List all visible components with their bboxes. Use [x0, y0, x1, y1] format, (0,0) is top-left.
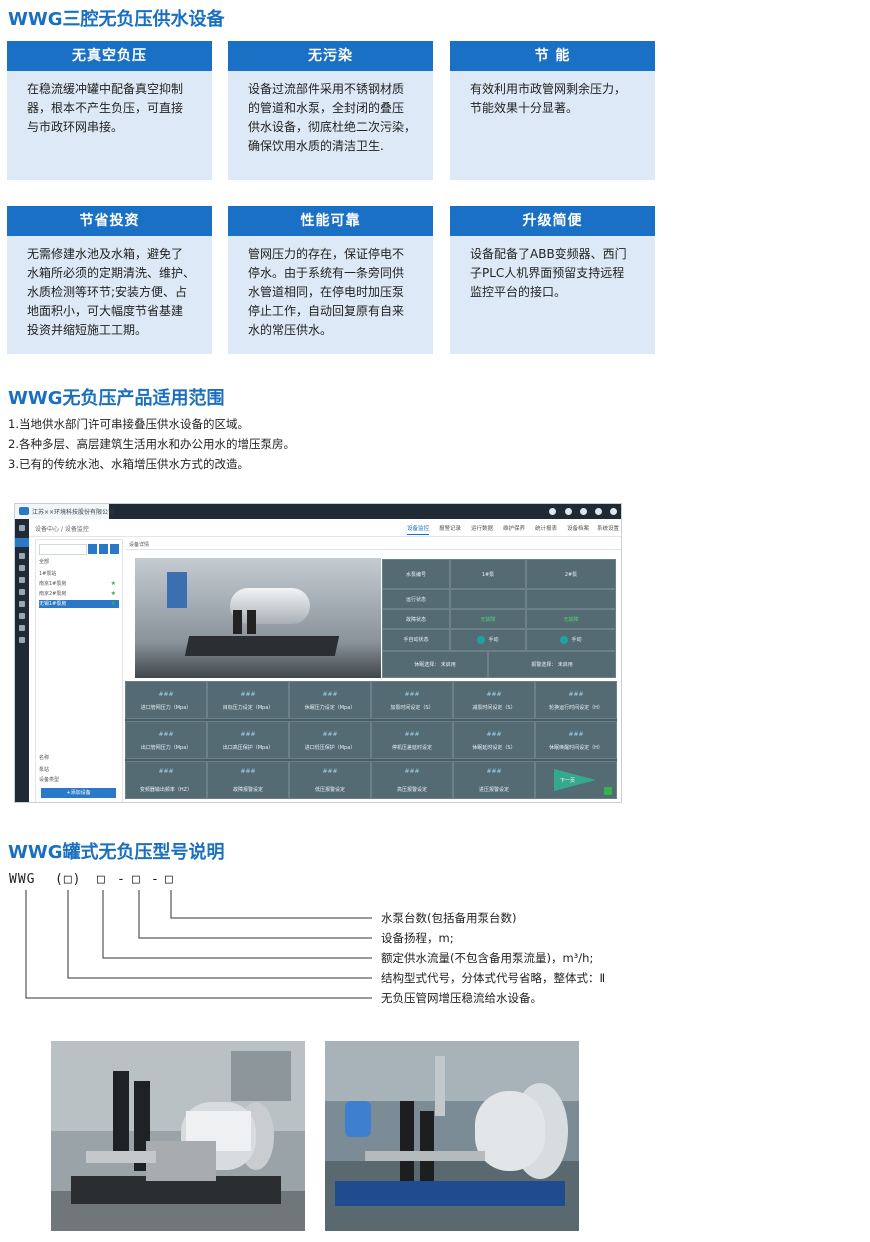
product-photo-2 [325, 1041, 579, 1231]
legend-pump-count: 水泵台数(包括备用泵台数) [381, 911, 517, 925]
product-photo-1 [51, 1041, 305, 1231]
legend-structure: 结构型式代号，分体式代号省略，整体式：Ⅱ [381, 971, 606, 985]
legend-flow: 额定供水流量(不包含备用泵流量)，m³/h; [381, 951, 594, 965]
legend-prefix: 无负压管网增压稳流给水设备。 [381, 991, 542, 1005]
product-photo-1-drawing [51, 1041, 305, 1231]
product-photo-2-drawing [325, 1041, 579, 1231]
legend-head: 设备扬程，m; [381, 931, 454, 945]
